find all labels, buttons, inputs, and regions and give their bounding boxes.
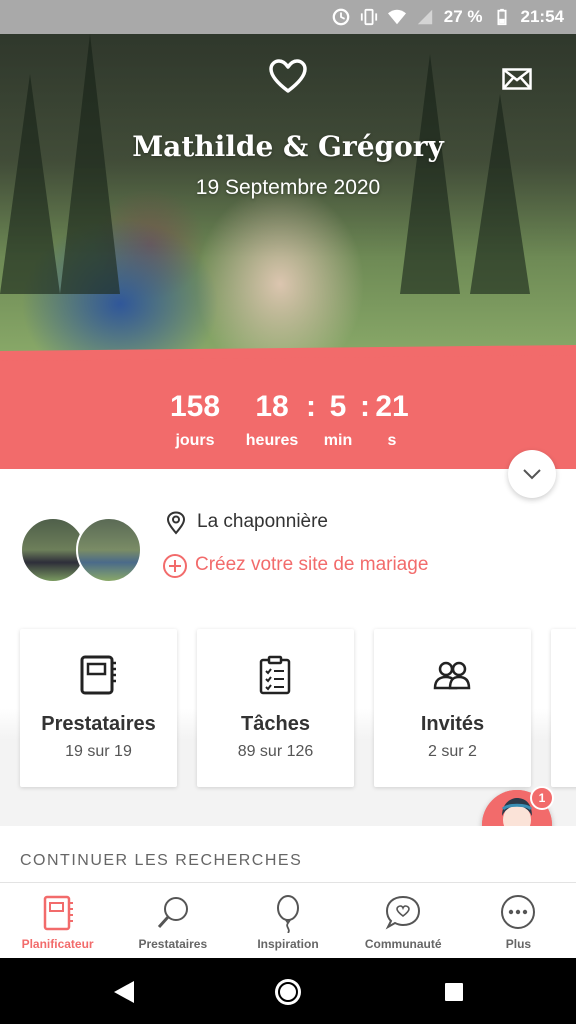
wifi-icon	[387, 9, 406, 25]
bottom-nav: Planificateur Prestataires Inspiration C…	[0, 882, 576, 958]
home-icon[interactable]	[272, 976, 304, 1008]
hours-label: heures	[245, 432, 299, 449]
countdown-days: 158 jours	[165, 388, 225, 450]
minutes-value: 5	[329, 390, 347, 423]
nav-label: Planificateur	[21, 937, 94, 951]
time-separator: :	[306, 390, 316, 423]
more-dots-icon	[501, 895, 536, 929]
countdown: 158 jours 18 heures : 5 min : 21 s	[0, 354, 576, 469]
card-taches[interactable]: Tâches 89 sur 126	[197, 629, 354, 787]
recents-icon[interactable]	[444, 982, 464, 1002]
time-separator: :	[360, 390, 370, 423]
card-prestataires[interactable]: Prestataires 19 sur 19	[20, 629, 177, 787]
wedding-date: 19 Septembre 2020	[195, 176, 381, 199]
battery-icon	[497, 8, 507, 26]
avatar[interactable]	[76, 517, 142, 583]
card-count: 89 sur 126	[237, 743, 314, 760]
nav-prestataires[interactable]: Prestataires	[115, 883, 230, 958]
seconds-value: 21	[375, 390, 409, 423]
planner-book-icon	[80, 655, 116, 695]
seconds-label: s	[387, 432, 397, 449]
card-title: Tâches	[241, 713, 310, 735]
card-invites[interactable]: Invités 2 sur 2	[374, 629, 531, 787]
clipboard-checklist-icon	[259, 655, 291, 695]
chat-heart-icon	[385, 895, 421, 930]
nav-label: Inspiration	[257, 937, 319, 951]
nav-planificateur[interactable]: Planificateur	[0, 883, 115, 958]
nav-plus[interactable]: Plus	[461, 883, 576, 958]
mail-icon[interactable]	[502, 68, 532, 90]
planner-book-icon	[43, 895, 73, 931]
countdown-seconds: 21 s	[372, 388, 412, 450]
plus-circle-icon[interactable]	[162, 553, 188, 579]
location-text[interactable]: La chaponnière	[197, 511, 328, 533]
card-count: 2 sur 2	[428, 743, 477, 760]
wedding-info: La chaponnière Créez votre site de maria…	[0, 469, 576, 614]
nav-inspiration[interactable]: Inspiration	[230, 883, 345, 958]
continue-section: CONTINUER LES RECHERCHES	[0, 826, 576, 882]
days-value: 158	[169, 390, 221, 423]
nav-communaute[interactable]: Communauté	[346, 883, 461, 958]
heart-icon[interactable]	[268, 58, 308, 94]
battery-percent: 27 %	[443, 7, 483, 26]
hero-photo: Mathilde & Grégory 19 Septembre 2020	[0, 34, 576, 354]
vibrate-icon	[360, 8, 377, 26]
card-count: 19 sur 19	[65, 743, 132, 760]
create-site-link[interactable]: Créez votre site de mariage	[195, 554, 428, 576]
clock: 21:54	[520, 7, 564, 26]
card-title: Prestataires	[41, 713, 156, 735]
card-partial[interactable]	[551, 629, 576, 787]
expand-button[interactable]	[508, 450, 556, 498]
signal-icon	[417, 9, 432, 25]
back-icon[interactable]	[112, 979, 136, 1005]
chevron-down-icon	[523, 469, 541, 480]
couple-name: Mathilde & Grégory	[132, 130, 444, 163]
guests-icon	[433, 661, 471, 690]
nav-label: Plus	[505, 937, 532, 951]
magnifier-icon	[157, 897, 188, 929]
system-nav-bar	[0, 958, 576, 1024]
sync-icon	[332, 8, 350, 26]
nav-label: Prestataires	[138, 937, 208, 951]
continue-title: CONTINUER LES RECHERCHES	[20, 852, 303, 869]
card-title: Invités	[420, 713, 485, 735]
nav-label: Communauté	[364, 937, 442, 951]
planner-cards: Prestataires 19 sur 19 Tâches 89 sur 126…	[0, 614, 576, 824]
countdown-hours: 18 heures	[240, 388, 304, 450]
days-label: jours	[175, 432, 215, 449]
balloon-icon	[277, 895, 299, 933]
location-pin-icon	[166, 511, 186, 535]
minutes-label: min	[323, 432, 353, 449]
hours-value: 18	[255, 390, 289, 423]
status-bar: 27 % 21:54	[0, 0, 576, 34]
countdown-minutes: 5 min	[318, 388, 358, 450]
notification-badge: 1	[530, 786, 554, 810]
